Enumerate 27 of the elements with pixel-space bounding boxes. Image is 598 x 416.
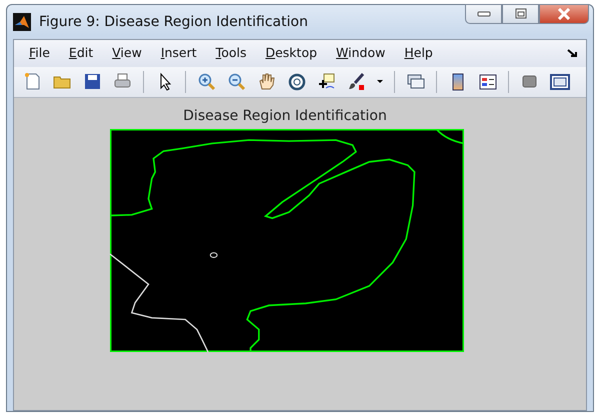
minimize-button[interactable] xyxy=(465,4,502,24)
dock-arrow-icon[interactable] xyxy=(567,49,578,58)
zoom-in-icon[interactable] xyxy=(196,72,216,92)
menu-item[interactable]: Window xyxy=(335,44,386,63)
matlab-logo-icon xyxy=(13,13,31,31)
rotate-icon[interactable] xyxy=(286,72,306,92)
legend-icon[interactable] xyxy=(478,72,498,92)
minimize-icon xyxy=(476,11,490,17)
maximize-button[interactable] xyxy=(502,4,539,24)
menu-item[interactable]: Edit xyxy=(68,44,94,63)
menu-item[interactable]: File xyxy=(28,44,51,63)
close-button[interactable] xyxy=(539,4,589,24)
menu-item[interactable]: Insert xyxy=(160,44,198,63)
save-icon[interactable] xyxy=(82,72,102,92)
menu-item[interactable]: Help xyxy=(403,44,434,63)
window-panel-icon[interactable] xyxy=(550,72,570,92)
maximize-icon xyxy=(514,8,528,20)
window-title: Figure 9: Disease Region Identification xyxy=(39,12,308,32)
hand-icon[interactable] xyxy=(256,72,276,92)
menu-item[interactable]: View xyxy=(111,44,143,63)
menu-item[interactable]: Tools xyxy=(214,44,248,63)
plot-title: Disease Region Identification xyxy=(183,107,387,126)
close-icon xyxy=(557,8,571,20)
menu-item[interactable]: Desktop xyxy=(264,44,318,63)
zoom-out-icon[interactable] xyxy=(226,72,246,92)
new-file-icon[interactable] xyxy=(22,72,42,92)
brush-icon[interactable] xyxy=(346,72,366,92)
